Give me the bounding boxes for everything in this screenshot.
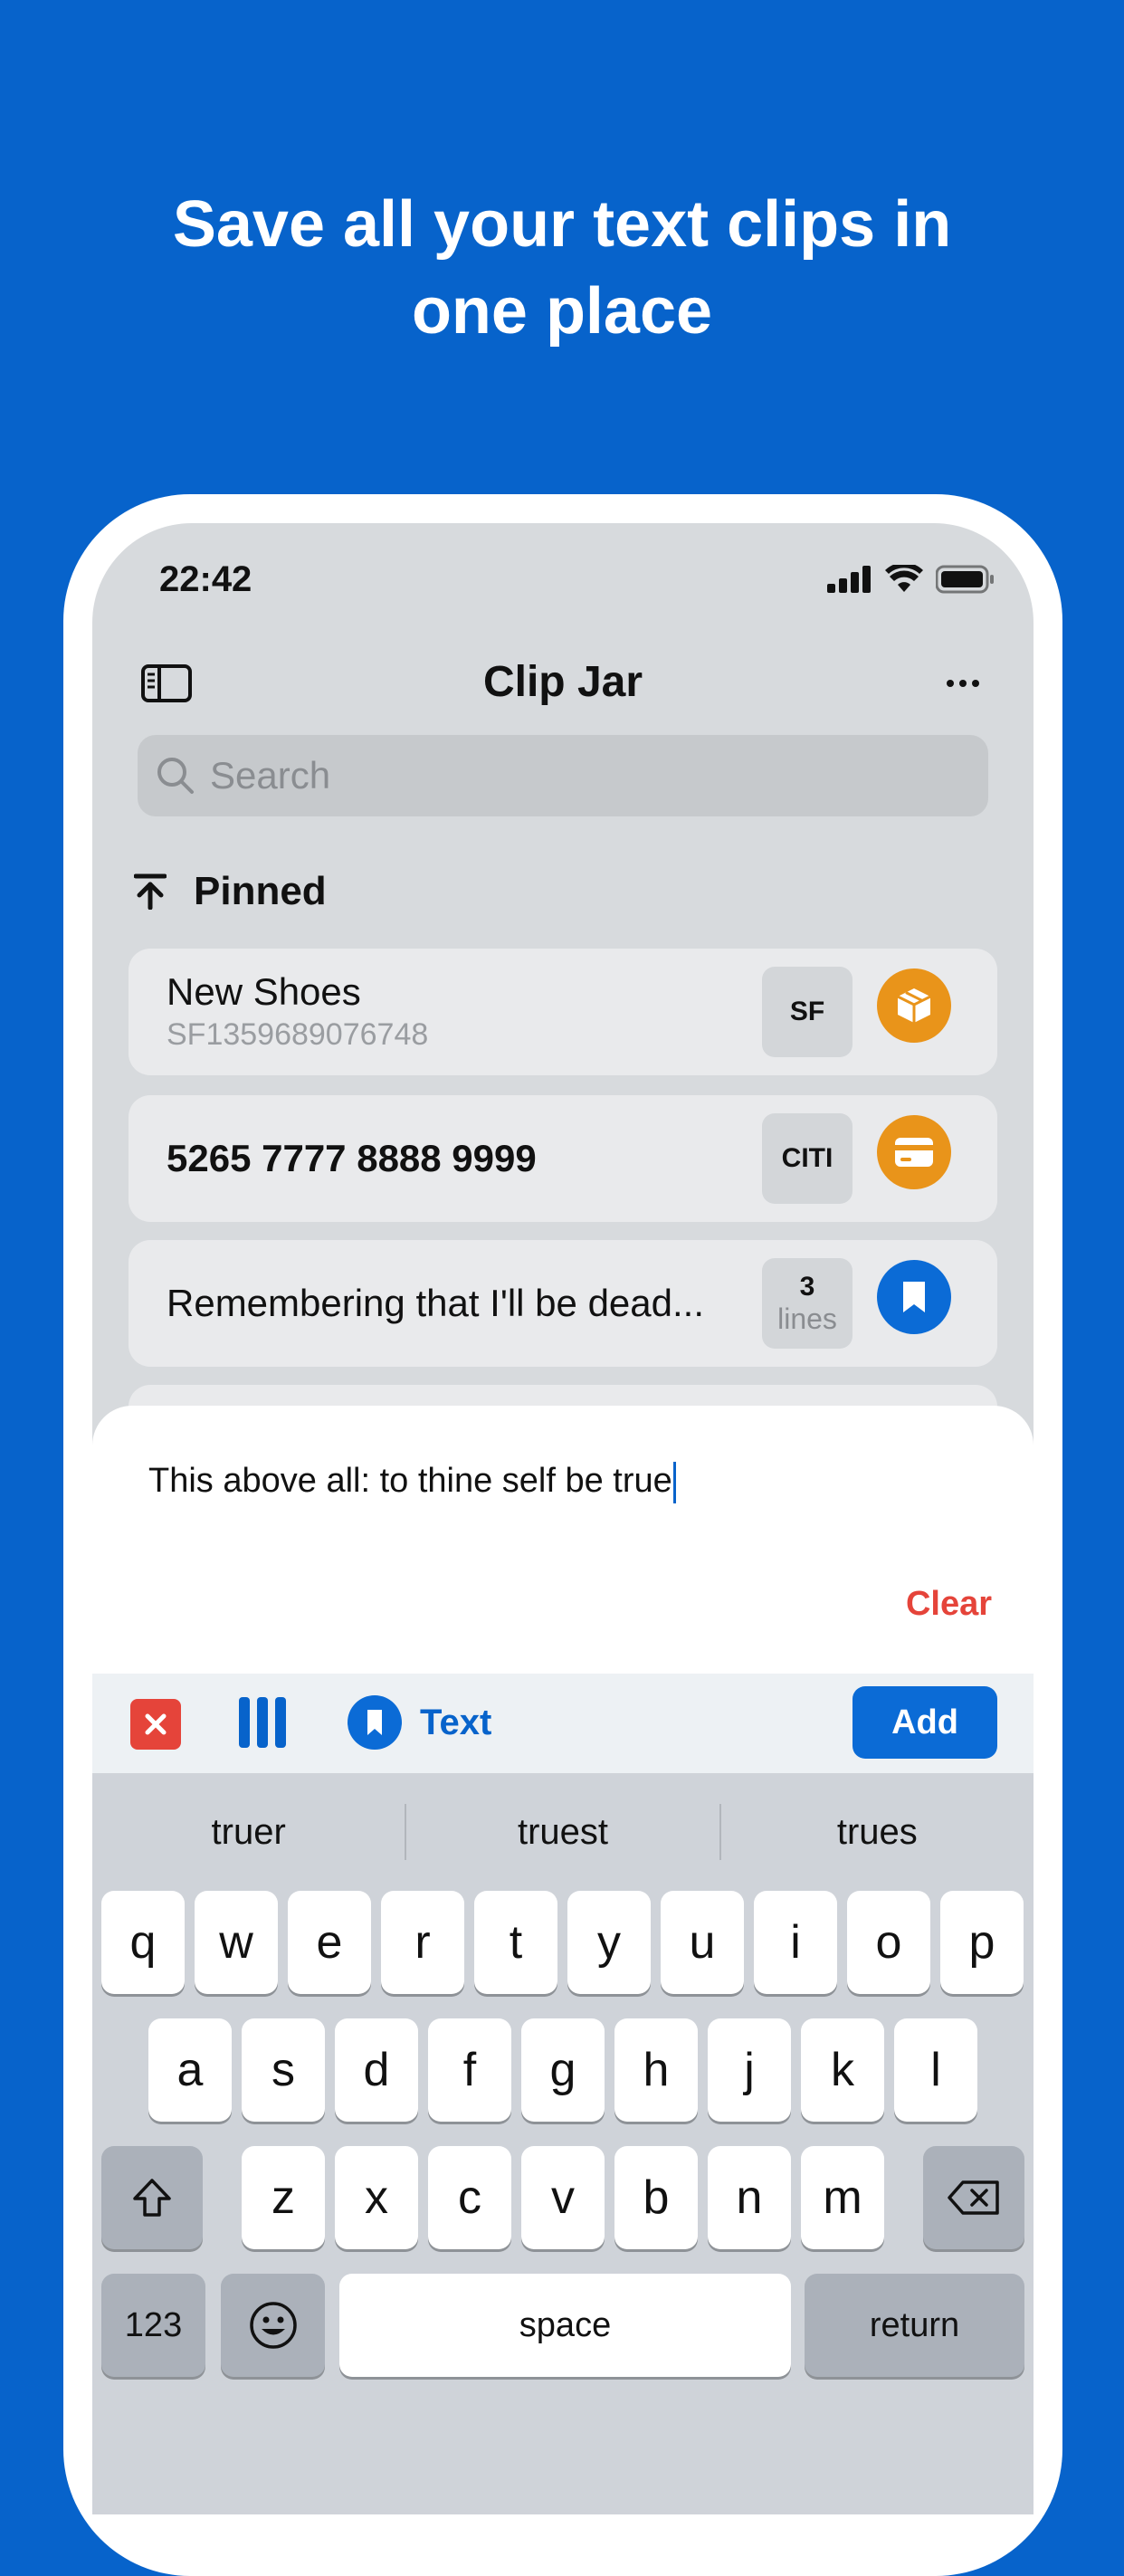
more-options-button[interactable] — [941, 664, 985, 702]
credit-card-icon — [895, 1138, 933, 1167]
clip-title: Remembering that I'll be dead... — [167, 1282, 705, 1324]
suggestion-bar: truer truest trues — [92, 1773, 1034, 1891]
hero-line-1: Save all your text clips in — [172, 188, 952, 261]
bookmark-icon — [903, 1282, 925, 1312]
key-h[interactable]: h — [614, 2018, 698, 2122]
key-o[interactable]: o — [847, 1891, 930, 1994]
close-icon — [145, 1713, 167, 1735]
text-caret — [672, 1462, 676, 1503]
key-c[interactable]: c — [428, 2146, 511, 2249]
line-count-label: lines — [777, 1302, 837, 1335]
shift-key[interactable] — [101, 2146, 203, 2249]
page-title: Clip Jar — [482, 658, 643, 706]
key-e[interactable]: e — [288, 1891, 371, 1994]
clip-text-editor[interactable]: This above all: to thine self be true — [148, 1462, 676, 1503]
status-time: 22:42 — [159, 559, 252, 599]
clip-subtitle: SF1359689076748 — [167, 1017, 429, 1052]
key-p[interactable]: p — [940, 1891, 1024, 1994]
key-r[interactable]: r — [381, 1891, 464, 1994]
backspace-icon — [948, 2180, 999, 2215]
dismiss-button[interactable] — [130, 1699, 181, 1750]
columns-icon — [239, 1697, 250, 1748]
clip-title: New Shoes — [167, 970, 361, 1013]
key-i[interactable]: i — [754, 1891, 837, 1994]
key-u[interactable]: u — [661, 1891, 744, 1994]
clip-card[interactable]: New Shoes SF1359689076748 SF — [129, 949, 997, 1075]
emoji-key[interactable] — [221, 2274, 325, 2377]
clip-tag: SF — [762, 967, 853, 1057]
battery-icon — [936, 565, 994, 594]
return-key[interactable]: return — [805, 2274, 1024, 2377]
composer-toolbar: Text Add — [92, 1674, 1034, 1773]
numbers-key[interactable]: 123 — [101, 2274, 205, 2377]
editor-text: This above all: to thine self be true — [148, 1462, 672, 1501]
key-v[interactable]: v — [521, 2146, 605, 2249]
key-a[interactable]: a — [148, 2018, 232, 2122]
clip-card[interactable]: Remembering that I'll be dead... 3 lines — [129, 1240, 997, 1367]
clip-type-badge — [877, 1115, 951, 1189]
search-input[interactable] — [208, 753, 954, 798]
app-screen: 22:42 Clip Jar Search Pinned New Shoes S… — [92, 523, 1034, 2514]
suggestion-item[interactable]: trues — [721, 1812, 1034, 1853]
status-icons — [827, 565, 995, 594]
navigation-bar: Clip Jar — [92, 650, 1034, 722]
key-d[interactable]: d — [335, 2018, 418, 2122]
clip-title: 5265 7777 8888 9999 — [167, 1137, 537, 1179]
clip-tag: 3 lines — [762, 1258, 853, 1349]
section-title: Pinned — [194, 869, 327, 913]
pin-arrow-icon — [134, 873, 167, 910]
clear-button[interactable]: Clear — [906, 1585, 992, 1624]
add-button[interactable]: Add — [853, 1686, 997, 1759]
hero-line-2: one place — [411, 275, 713, 348]
clip-tag: CITI — [762, 1113, 853, 1204]
key-z[interactable]: z — [242, 2146, 325, 2249]
key-m[interactable]: m — [801, 2146, 884, 2249]
key-g[interactable]: g — [521, 2018, 605, 2122]
key-n[interactable]: n — [708, 2146, 791, 2249]
clip-type-badge — [877, 968, 951, 1043]
hero-headline: Save all your text clips in one place — [0, 181, 1124, 355]
clip-type-label: Text — [420, 1702, 492, 1742]
clip-type-badge — [877, 1260, 951, 1334]
package-icon — [897, 988, 931, 1023]
key-f[interactable]: f — [428, 2018, 511, 2122]
space-key[interactable]: space — [339, 2274, 791, 2377]
key-l[interactable]: l — [894, 2018, 977, 2122]
suggestion-item[interactable]: truest — [406, 1812, 719, 1853]
key-k[interactable]: k — [801, 2018, 884, 2122]
pinned-section-header: Pinned — [134, 869, 327, 914]
shift-icon — [133, 2179, 171, 2217]
clip-type-selector[interactable]: Text — [348, 1695, 491, 1750]
key-t[interactable]: t — [474, 1891, 557, 1994]
key-y[interactable]: y — [567, 1891, 651, 1994]
clip-card[interactable]: 5265 7777 8888 9999 CITI — [129, 1095, 997, 1222]
composer-sheet: This above all: to thine self be true Cl… — [92, 1406, 1034, 2514]
emoji-icon — [249, 2302, 297, 2349]
delete-key[interactable] — [923, 2146, 1024, 2249]
key-s[interactable]: s — [242, 2018, 325, 2122]
key-w[interactable]: w — [195, 1891, 278, 1994]
ellipsis-icon — [947, 680, 954, 687]
columns-button[interactable] — [239, 1697, 286, 1748]
wifi-icon — [885, 565, 923, 592]
key-b[interactable]: b — [614, 2146, 698, 2249]
line-count: 3 — [799, 1271, 815, 1302]
key-x[interactable]: x — [335, 2146, 418, 2249]
search-bar[interactable] — [138, 735, 988, 816]
keyboard: truer truest trues q w e r t y u i o p a… — [92, 1773, 1034, 2514]
suggestion-item[interactable]: truer — [92, 1812, 405, 1853]
cellular-signal-icon — [827, 566, 871, 593]
key-q[interactable]: q — [101, 1891, 185, 1994]
bookmark-circle-icon — [348, 1695, 402, 1750]
search-icon — [157, 758, 194, 794]
key-j[interactable]: j — [708, 2018, 791, 2122]
